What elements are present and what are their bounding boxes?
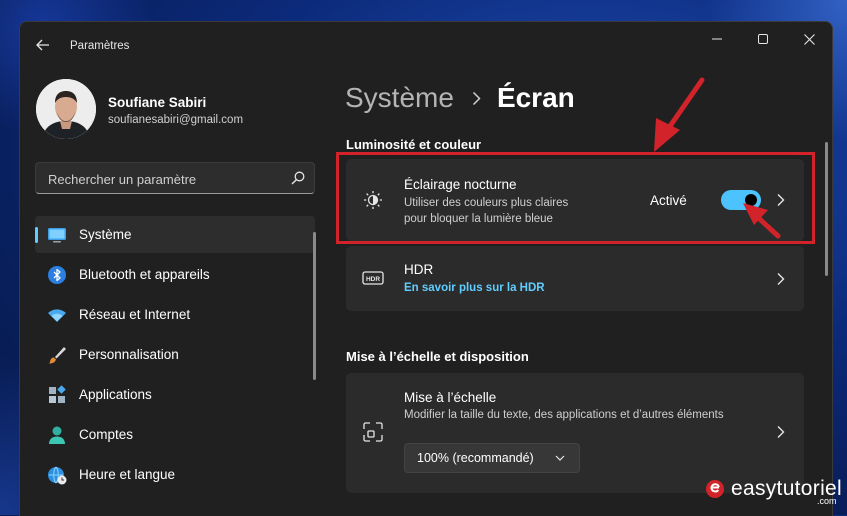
person-icon: [49, 426, 65, 444]
hdr-card[interactable]: HDR HDR En savoir plus sur la HDR: [346, 246, 804, 311]
scale-title: Mise à l’échelle: [404, 390, 497, 405]
user-email: soufianesabiri@gmail.com: [108, 114, 244, 126]
back-arrow-icon: [36, 39, 49, 51]
window-title: Paramètres: [70, 40, 130, 52]
minimize-button[interactable]: [694, 22, 740, 56]
title-bar: Paramètres: [20, 22, 832, 68]
content-scrollbar[interactable]: [825, 142, 828, 276]
annotation-highlight-box: [336, 152, 815, 244]
sidebar-item-reseau[interactable]: Réseau et Internet: [35, 296, 315, 333]
back-button[interactable]: [32, 34, 54, 56]
apps-icon: [49, 385, 66, 403]
sidebar-item-label: Applications: [79, 387, 152, 402]
sidebar-item-personnalisation[interactable]: Personnalisation: [35, 336, 315, 373]
sidebar-item-label: Système: [79, 227, 132, 242]
paintbrush-icon: [49, 347, 66, 364]
avatar[interactable]: [36, 79, 96, 139]
svg-text:HDR: HDR: [366, 276, 380, 283]
chevron-right-icon[interactable]: [776, 272, 786, 286]
search-icon[interactable]: [291, 171, 305, 185]
sidebar-item-systeme[interactable]: Système: [35, 216, 315, 253]
sidebar-item-label: Comptes: [79, 427, 134, 442]
sidebar-item-applications[interactable]: Applications: [35, 376, 315, 413]
page-title: Écran: [496, 82, 575, 113]
minimize-icon: [712, 38, 722, 40]
breadcrumb-parent[interactable]: Système: [345, 82, 454, 114]
sidebar-item-bluetooth[interactable]: Bluetooth et appareils: [35, 256, 315, 293]
scale-dropdown-value: 100% (recommandé): [417, 451, 534, 465]
bluetooth-icon: [48, 266, 66, 284]
wifi-icon: [48, 309, 66, 322]
chevron-right-icon[interactable]: [776, 425, 786, 439]
section-title-scale: Mise à l’échelle et disposition: [346, 349, 529, 364]
search-box[interactable]: [35, 162, 315, 195]
scale-dropdown[interactable]: 100% (recommandé): [404, 443, 580, 473]
hdr-title: HDR: [404, 262, 434, 277]
maximize-icon: [758, 34, 768, 44]
chevron-right-icon: [472, 91, 481, 105]
breadcrumb: Système Écran: [345, 82, 575, 114]
section-title-brightness: Luminosité et couleur: [346, 137, 482, 152]
sidebar-item-heure-langue[interactable]: Heure et langue: [35, 456, 315, 493]
scale-desc: Modifier la taille du texte, des applica…: [404, 409, 724, 421]
avatar-photo: [36, 79, 96, 139]
sidebar-item-label: Personnalisation: [79, 347, 179, 362]
sidebar-item-comptes[interactable]: Comptes: [35, 416, 315, 453]
easytutoriel-logo-icon: [706, 480, 724, 498]
sidebar-scrollbar[interactable]: [313, 232, 316, 380]
sidebar-nav: Système Bluetooth et appareils Réseau et…: [35, 216, 315, 496]
maximize-button[interactable]: [740, 22, 786, 56]
watermark-suffix: .com: [817, 496, 837, 506]
globe-clock-icon: [48, 466, 67, 485]
search-input[interactable]: [46, 163, 280, 195]
sidebar-item-label: Heure et langue: [79, 467, 176, 482]
watermark: easytutoriel .com: [704, 476, 842, 506]
hdr-icon: HDR: [362, 271, 384, 285]
chevron-down-icon: [555, 455, 565, 461]
sidebar-item-label: Bluetooth et appareils: [79, 267, 210, 282]
close-button[interactable]: [786, 22, 832, 56]
sidebar-item-label: Réseau et Internet: [79, 307, 191, 322]
settings-window: Paramètres Soufiane Sabiri soufianesabir…: [19, 21, 833, 516]
resize-icon: [363, 422, 383, 442]
hdr-learn-more-link[interactable]: En savoir plus sur la HDR: [404, 282, 545, 294]
monitor-icon: [48, 228, 66, 243]
scale-card[interactable]: Mise à l’échelle Modifier la taille du t…: [346, 373, 804, 493]
user-name: Soufiane Sabiri: [108, 95, 207, 110]
close-icon: [803, 33, 815, 45]
